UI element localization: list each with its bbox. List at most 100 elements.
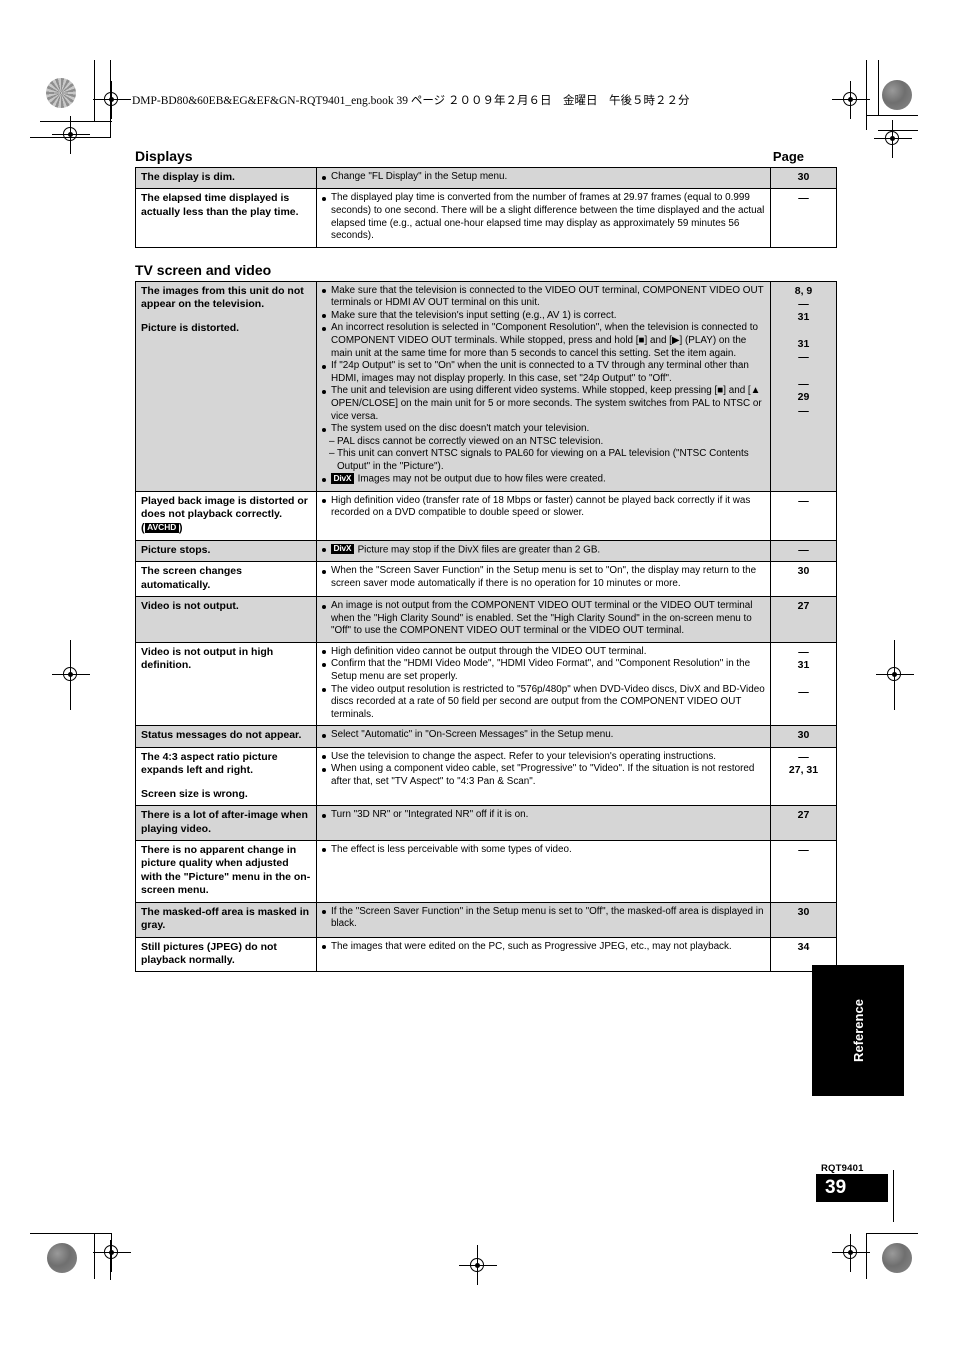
troubleshooting-content: Displays Page The display is dim. Change "F… [135, 148, 837, 973]
page-reference-cell: — [770, 539, 837, 563]
solution-item: The system used on the disc doesn't matc… [322, 423, 765, 436]
solution-item: This unit can convert NTSC signals to PA… [322, 448, 765, 473]
solution-text: Make sure that the television is connect… [331, 284, 764, 309]
page-reference: — [798, 192, 809, 205]
print-file-header: DMP-BD80&60EB&EG&EF&GN-RQT9401_eng.book … [132, 95, 690, 107]
symptom-cell: Still pictures (JPEG) do not playback no… [135, 936, 317, 973]
page-reference: — [798, 404, 809, 417]
solution-item: An image is not output from the COMPONEN… [322, 600, 765, 638]
solution-text: Turn "3D NR" or "Integrated NR" off if i… [331, 809, 529, 821]
symptom-text: Played back image is distorted or does n… [141, 494, 308, 520]
registration-mark-bottom-left [93, 1234, 131, 1272]
symptom-cell: Played back image is distorted or does n… [135, 490, 317, 541]
solution-cell: The effect is less perceivable with some… [316, 839, 771, 903]
solution-item: PAL discs cannot be correctly viewed on … [322, 436, 765, 449]
symptom-cell: The masked-off area is masked in gray. [135, 901, 317, 938]
symptom-text: The screen changes automatically. [141, 565, 242, 591]
page-reference: — [798, 298, 809, 311]
symptom-text: The elapsed time displayed is actually l… [141, 192, 299, 218]
table-row: Still pictures (JPEG) do not playback no… [135, 936, 837, 973]
solution-text: Make sure that the television's input se… [331, 309, 617, 321]
solution-cell: When the "Screen Saver Function" in the … [316, 561, 771, 598]
solution-text: Use the television to change the aspect.… [331, 750, 717, 762]
table-row: Video is not output in high definition. H… [135, 641, 837, 727]
symptom-cell: The 4:3 aspect ratio picture expands lef… [135, 746, 317, 807]
section-title: Displays [135, 148, 193, 164]
page-reference: — [798, 351, 809, 364]
solution-text: Picture may stop if the DivX files are g… [357, 544, 601, 556]
symptom-text: There is no apparent change in picture q… [141, 843, 311, 897]
crop-line [878, 60, 879, 115]
solution-item: The images that were edited on the PC, s… [322, 941, 765, 954]
solution-cell: Change "FL Display" in the Setup menu. [316, 166, 771, 190]
registration-mark-bottom-center [459, 1247, 497, 1285]
symptom-cell: The elapsed time displayed is actually l… [135, 188, 317, 248]
page-reference: 30 [797, 905, 810, 918]
solution-text: If "24p Output" is set to "On" when the … [331, 360, 749, 384]
crop-line [866, 115, 918, 116]
page-reference: 34 [797, 940, 810, 953]
solution-item: Turn "3D NR" or "Integrated NR" off if i… [322, 809, 765, 822]
page-reference: 27, 31 [788, 764, 819, 777]
table-row: Played back image is distorted or does n… [135, 490, 837, 541]
page-reference: — [798, 843, 809, 856]
page-reference-cell: — [770, 490, 837, 541]
page-reference-cell: 30 [770, 725, 837, 748]
table-row: There is a lot of after-image when playi… [135, 805, 837, 841]
page-reference-cell: 27 [770, 596, 837, 643]
solution-text: The system used on the disc doesn't matc… [331, 423, 590, 435]
crop-line [866, 60, 867, 130]
solution-text: Confirm that the "HDMI Video Mode", "HDM… [331, 658, 751, 683]
symptom-text: Screen size is wrong. [141, 787, 248, 800]
divx-badge: DivX [331, 473, 354, 484]
registration-mark-mid-right [876, 662, 914, 688]
page-reference-cell: 8, 9—31 31— —29— [770, 280, 837, 492]
crop-line [30, 1233, 112, 1234]
symptom-cell: Video is not output. [135, 596, 317, 643]
page-column-header: Page [772, 149, 804, 164]
page-reference-cell: 30 [770, 166, 837, 190]
solution-item: DivX Picture may stop if the DivX files … [322, 544, 765, 557]
symptom-text: Video is not output in high definition. [141, 645, 274, 672]
solution-item: If the "Screen Saver Function" in the Se… [322, 906, 765, 931]
solution-text: When using a component video cable, set … [331, 763, 755, 787]
symptom-cell: There is no apparent change in picture q… [135, 839, 317, 903]
symptom-cell: Status messages do not appear. [135, 725, 317, 748]
page-reference-cell: 27 [770, 805, 837, 841]
solution-text: PAL discs cannot be correctly viewed on … [337, 435, 604, 447]
symptom-text: The display is dim. [141, 171, 235, 183]
solution-cell: High definition video cannot be output t… [316, 641, 771, 727]
solution-text: If the "Screen Saver Function" in the Se… [331, 905, 764, 930]
solution-text: When the "Screen Saver Function" in the … [331, 565, 757, 589]
solution-cell: An image is not output from the COMPONEN… [316, 596, 771, 643]
symptom-text: Picture stops. [141, 543, 211, 556]
chapter-tab-label: Reference [850, 999, 866, 1062]
solution-item: The effect is less perceivable with some… [322, 844, 765, 857]
solution-item: Change "FL Display" in the Setup menu. [322, 171, 765, 184]
troubleshooting-table: The images from this unit do not appear … [135, 280, 837, 973]
halftone-target-top-right [882, 80, 912, 110]
solution-item: When using a component video cable, set … [322, 763, 765, 788]
solution-list: If the "Screen Saver Function" in the Se… [322, 906, 765, 931]
symptom-text: Status messages do not appear. [141, 729, 302, 742]
symptom-cell: The screen changes automatically. [135, 561, 317, 598]
crop-line [893, 1170, 894, 1222]
divx-badge: DivX [331, 544, 354, 555]
solution-item: Confirm that the "HDMI Video Mode", "HDM… [322, 658, 765, 683]
solution-list: DivX Picture may stop if the DivX files … [322, 544, 765, 557]
page-reference: 31 [797, 659, 810, 672]
solution-list: Use the television to change the aspect.… [322, 751, 765, 789]
table-row: The masked-off area is masked in gray. If… [135, 901, 837, 938]
page-reference [776, 365, 831, 378]
solution-list: Select "Automatic" in "On-Screen Message… [322, 729, 765, 742]
solution-item: The displayed play time is converted fro… [322, 192, 765, 242]
section-header: TV screen and video [135, 262, 804, 278]
table-row: The images from this unit do not appear … [135, 280, 837, 492]
table-row: The 4:3 aspect ratio picture expands lef… [135, 746, 837, 807]
symptom-text: Picture is distorted. [141, 321, 240, 334]
table-row: There is no apparent change in picture q… [135, 839, 837, 903]
page-reference: — [798, 378, 809, 391]
solution-list: Change "FL Display" in the Setup menu. [322, 171, 765, 184]
solution-text: The effect is less perceivable with some… [331, 843, 572, 855]
solution-list: High definition video cannot be output t… [322, 646, 765, 721]
